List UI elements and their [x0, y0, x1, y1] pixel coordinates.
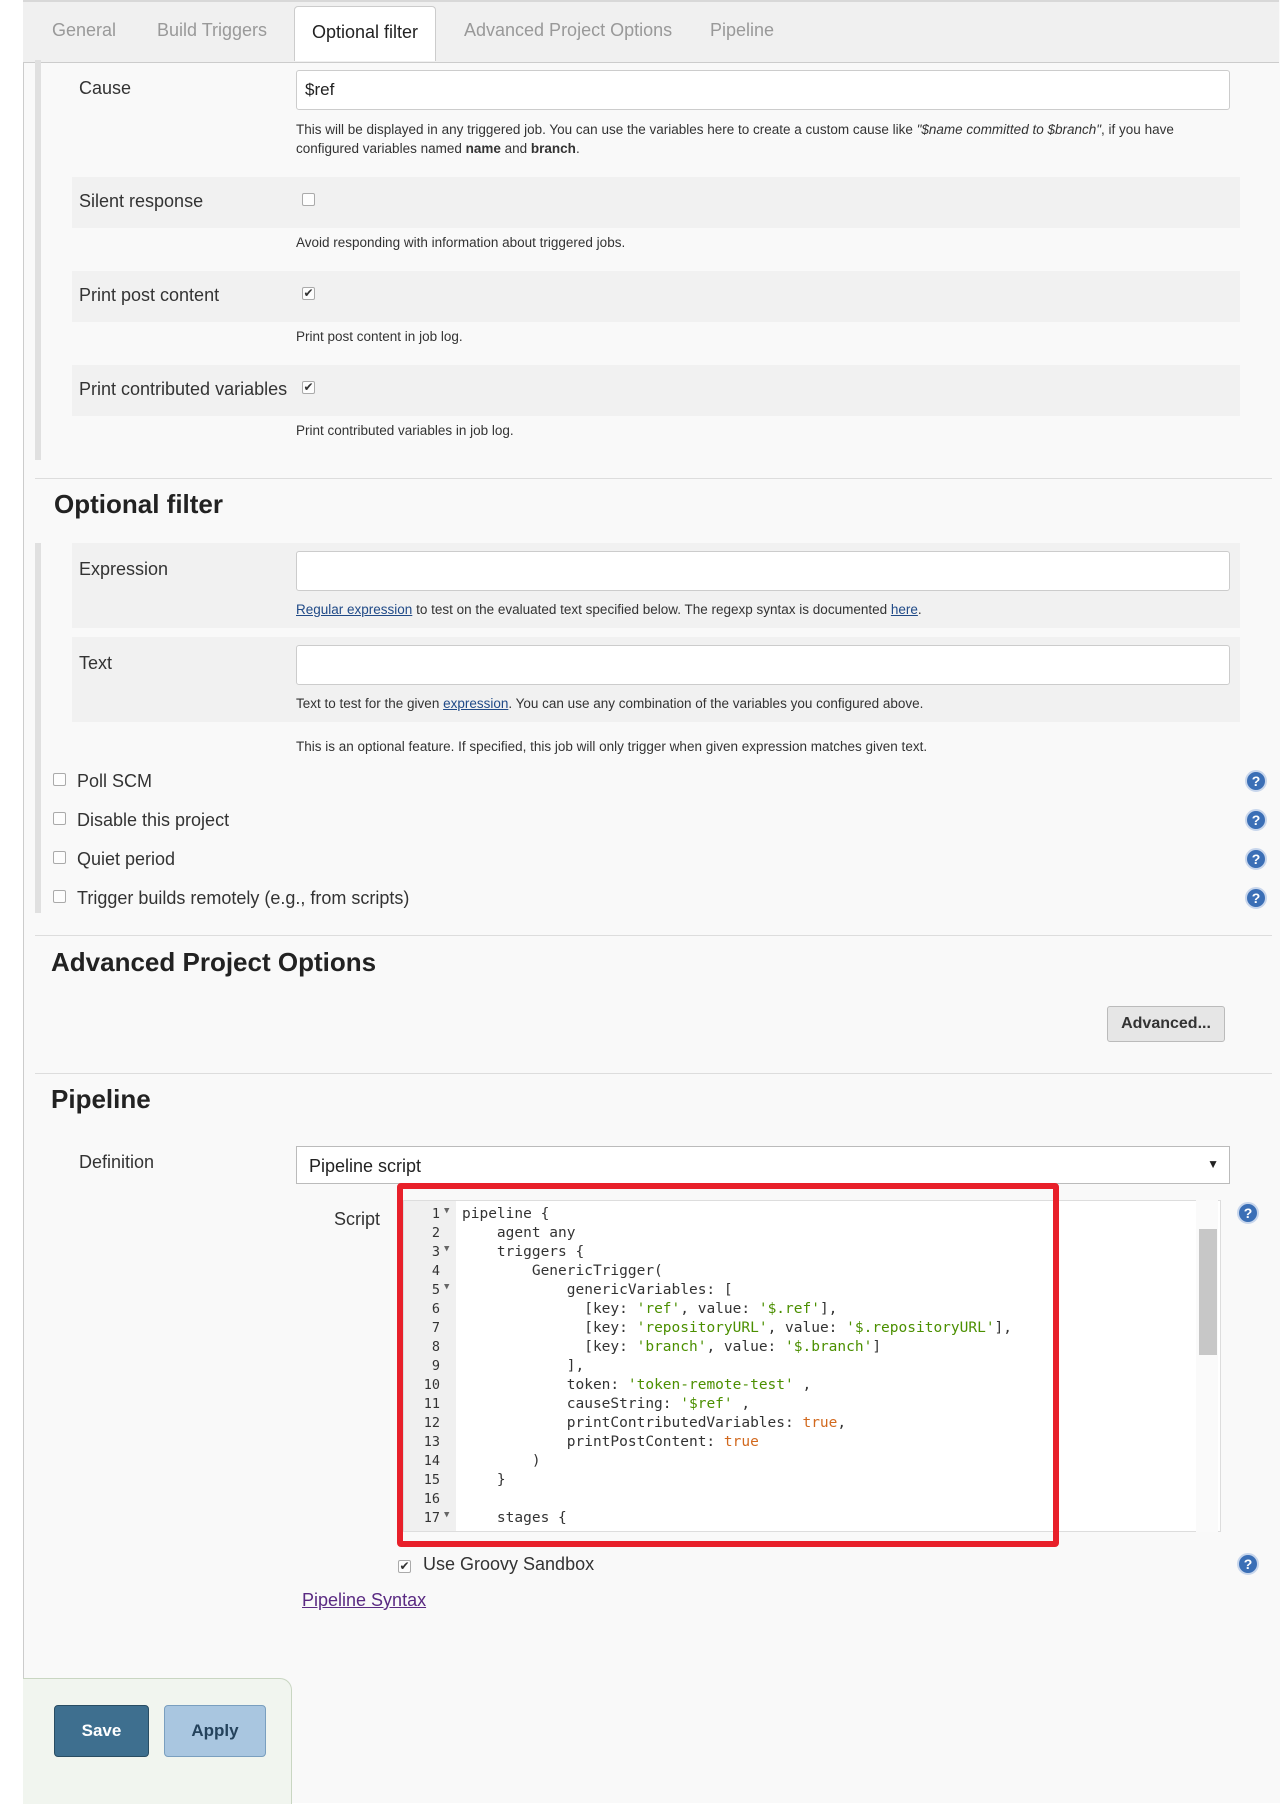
quiet-period-label: Quiet period: [77, 849, 176, 869]
print-post-content-label: Print post content: [79, 285, 220, 305]
quiet-period-help-icon[interactable]: ?: [1245, 848, 1267, 870]
tab-optional-filter[interactable]: Optional filter: [294, 6, 436, 61]
tab-build-triggers[interactable]: Build Triggers: [157, 20, 267, 41]
silent-response-help: Avoid responding with information about …: [296, 235, 626, 250]
print-post-content-row: [72, 271, 1240, 322]
save-button[interactable]: Save: [54, 1705, 149, 1757]
pipeline-title: Pipeline: [51, 1084, 151, 1114]
section-divider: [35, 935, 1272, 936]
expression-input[interactable]: [296, 551, 1230, 591]
disable-project-help-icon[interactable]: ?: [1245, 809, 1267, 831]
print-post-content-checkbox[interactable]: ✔: [302, 287, 315, 300]
tab-pipeline[interactable]: Pipeline: [710, 20, 774, 41]
script-help-icon[interactable]: ?: [1237, 1202, 1259, 1224]
print-contributed-variables-label: Print contributed variables: [79, 379, 288, 399]
disable-project-label: Disable this project: [77, 810, 230, 830]
print-contributed-variables-checkbox[interactable]: ✔: [302, 381, 315, 394]
script-label: Script: [334, 1209, 381, 1229]
quiet-period-checkbox[interactable]: [53, 851, 66, 864]
advanced-project-options-title: Advanced Project Options: [51, 947, 377, 977]
definition-select[interactable]: Pipeline script ▼: [296, 1146, 1230, 1184]
advanced-button[interactable]: Advanced...: [1107, 1006, 1225, 1042]
definition-label: Definition: [79, 1152, 155, 1172]
poll-scm-checkbox[interactable]: [53, 773, 66, 786]
optional-filter-indent-rule: [35, 543, 41, 913]
cause-input[interactable]: $ref: [296, 70, 1230, 110]
poll-scm-help-icon[interactable]: ?: [1245, 770, 1267, 792]
chevron-down-icon: ▼: [1207, 1157, 1219, 1171]
section-indent-rule: [35, 60, 41, 460]
expression-label: Expression: [79, 559, 169, 579]
highlight-box: [397, 1183, 1059, 1547]
optional-filter-title: Optional filter: [54, 489, 223, 519]
optional-feature-note: This is an optional feature. If specifie…: [296, 739, 928, 754]
poll-scm-label: Poll SCM: [77, 771, 153, 791]
groovy-sandbox-label: Use Groovy Sandbox: [423, 1554, 595, 1574]
text-help: Text to test for the given expression. Y…: [296, 696, 924, 711]
section-divider: [35, 1073, 1272, 1074]
pipeline-syntax-link[interactable]: Pipeline Syntax: [302, 1590, 426, 1611]
regular-expression-link[interactable]: Regular expression: [296, 602, 412, 617]
tab-general[interactable]: General: [52, 20, 116, 41]
trigger-remotely-checkbox[interactable]: [53, 890, 66, 903]
text-label: Text: [79, 653, 113, 673]
sandbox-help-icon[interactable]: ?: [1237, 1553, 1259, 1575]
silent-response-label: Silent response: [79, 191, 204, 211]
expression-help: Regular expression to test on the evalua…: [296, 602, 922, 617]
text-input[interactable]: [296, 645, 1230, 685]
cause-label: Cause: [79, 78, 132, 98]
apply-button[interactable]: Apply: [164, 1705, 266, 1757]
expression-link[interactable]: expression: [443, 696, 508, 711]
trigger-remotely-label: Trigger builds remotely (e.g., from scri…: [77, 888, 410, 908]
print-post-content-help: Print post content in job log.: [296, 329, 463, 344]
silent-response-checkbox[interactable]: [302, 193, 315, 206]
trigger-remotely-help-icon[interactable]: ?: [1245, 887, 1267, 909]
section-divider: [35, 478, 1272, 479]
print-contributed-variables-help: Print contributed variables in job log.: [296, 423, 514, 438]
groovy-sandbox-checkbox[interactable]: ✔: [398, 1560, 411, 1573]
regexp-docs-link[interactable]: here: [891, 602, 918, 617]
disable-project-checkbox[interactable]: [53, 812, 66, 825]
editor-scrollbar-thumb[interactable]: [1199, 1229, 1217, 1355]
silent-response-row: [72, 177, 1240, 228]
tab-advanced-project-options[interactable]: Advanced Project Options: [464, 20, 672, 41]
cause-help: This will be displayed in any triggered …: [296, 122, 1174, 156]
